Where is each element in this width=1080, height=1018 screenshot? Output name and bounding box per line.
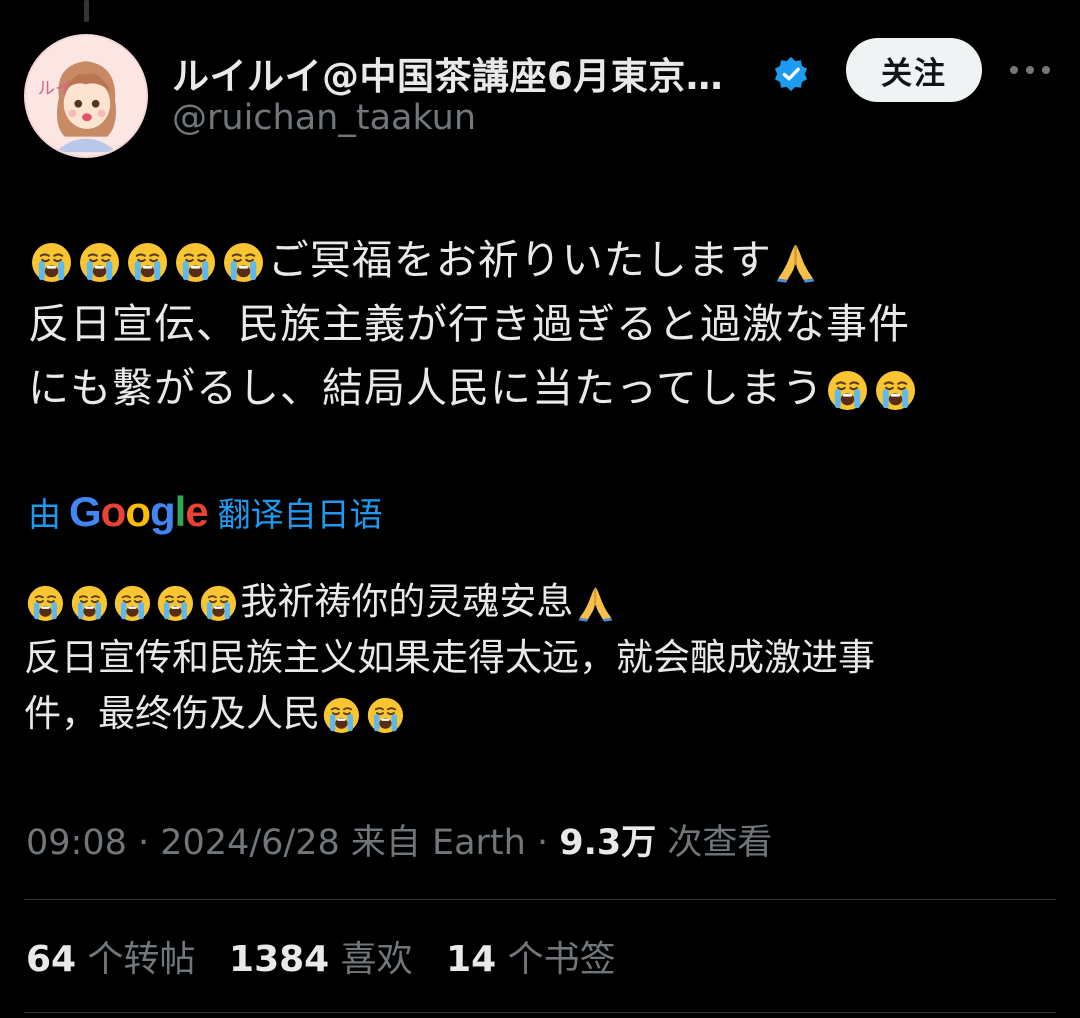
avatar[interactable]: ルイ xyxy=(24,34,148,158)
translation-suffix: 翻译自日语 xyxy=(217,495,383,534)
tweet-original-text: ご冥福をお祈りいたします 反日宣伝、民族主義が行き過ぎると過激な事件 にも繫がる… xyxy=(28,228,1068,420)
original-line-1-text: ご冥福をお祈りいたします xyxy=(267,236,772,284)
engagement-stats: 64 个转帖 1384 喜欢 14 个书签 xyxy=(26,930,638,982)
divider xyxy=(24,899,1056,900)
folded-hands-emoji xyxy=(774,241,817,284)
author-handle[interactable]: @ruichan_taakun xyxy=(172,98,476,138)
translated-line-3-text: 件，最终伤及人民 xyxy=(24,692,320,735)
translated-line-1: 我祈祷你的灵魂安息 xyxy=(24,574,1064,630)
translated-line-1-text: 我祈祷你的灵魂安息 xyxy=(240,580,574,623)
tweet-source: 来自 Earth xyxy=(339,823,526,863)
meta-separator: · xyxy=(126,823,161,863)
crying-face-emoji xyxy=(126,241,169,284)
crying-face-emoji xyxy=(874,369,917,412)
tweet-translated-text: 我祈祷你的灵魂安息 反日宣传和民族主义如果走得太远，就会酿成激进事 件，最终伤及… xyxy=(24,574,1064,742)
crying-face-emoji xyxy=(78,241,121,284)
bookmarks-count: 14 xyxy=(446,939,497,980)
crying-face-emoji xyxy=(826,369,869,412)
crying-face-emoji xyxy=(70,584,109,623)
divider xyxy=(24,1012,1056,1013)
translated-line-3: 件，最终伤及人民 xyxy=(24,686,1064,742)
meta-separator: · xyxy=(525,823,560,863)
crying-face-emoji xyxy=(26,584,65,623)
view-count-label: 次查看 xyxy=(656,823,773,863)
follow-button[interactable]: 关注 xyxy=(846,38,982,102)
author-display-name[interactable]: ルイルイ@中国茶講座6月東京… xyxy=(172,46,723,100)
original-line-1: ご冥福をお祈りいたします xyxy=(28,228,1068,292)
tweet-metadata: 09:08 · 2024/6/28 来自 Earth · 9.3万 次查看 xyxy=(26,814,772,865)
likes-label: 喜欢 xyxy=(329,939,413,980)
original-line-2: 反日宣伝、民族主義が行き過ぎると過激な事件 xyxy=(28,300,910,348)
crying-face-emoji xyxy=(156,584,195,623)
likes-stat[interactable]: 1384 喜欢 xyxy=(229,939,413,980)
reposts-count: 64 xyxy=(26,939,77,980)
crying-face-emoji xyxy=(113,584,152,623)
view-count: 9.3万 xyxy=(559,823,657,863)
folded-hands-emoji xyxy=(576,584,615,623)
reposts-label: 个转帖 xyxy=(76,939,196,980)
tweet-date[interactable]: 2024/6/28 xyxy=(160,823,339,863)
more-icon[interactable] xyxy=(1010,66,1050,76)
crying-face-emoji xyxy=(322,696,361,735)
original-line-3: にも繫がるし、結局人民に当たってしまう xyxy=(28,356,1068,420)
crying-face-emoji xyxy=(174,241,217,284)
thread-connector-line xyxy=(84,0,89,22)
crying-face-emoji xyxy=(30,241,73,284)
google-logo: Google xyxy=(69,488,209,535)
original-line-3-text: にも繫がるし、結局人民に当たってしまう xyxy=(28,364,824,412)
crying-face-emoji xyxy=(199,584,238,623)
tweet-time[interactable]: 09:08 xyxy=(26,823,127,863)
bookmarks-stat[interactable]: 14 个书签 xyxy=(446,939,616,980)
translation-prefix: 由 xyxy=(28,495,61,534)
verified-badge-icon xyxy=(774,56,808,92)
crying-face-emoji xyxy=(366,696,405,735)
avatar-label: ルイ xyxy=(38,79,73,99)
crying-face-emoji xyxy=(222,241,265,284)
translation-attribution[interactable]: 由 Google 翻译自日语 xyxy=(28,488,383,536)
translated-line-2: 反日宣传和民族主义如果走得太远，就会酿成激进事 xyxy=(24,636,875,679)
reposts-stat[interactable]: 64 个转帖 xyxy=(26,939,196,980)
likes-count: 1384 xyxy=(229,939,330,980)
bookmarks-label: 个书签 xyxy=(496,939,616,980)
